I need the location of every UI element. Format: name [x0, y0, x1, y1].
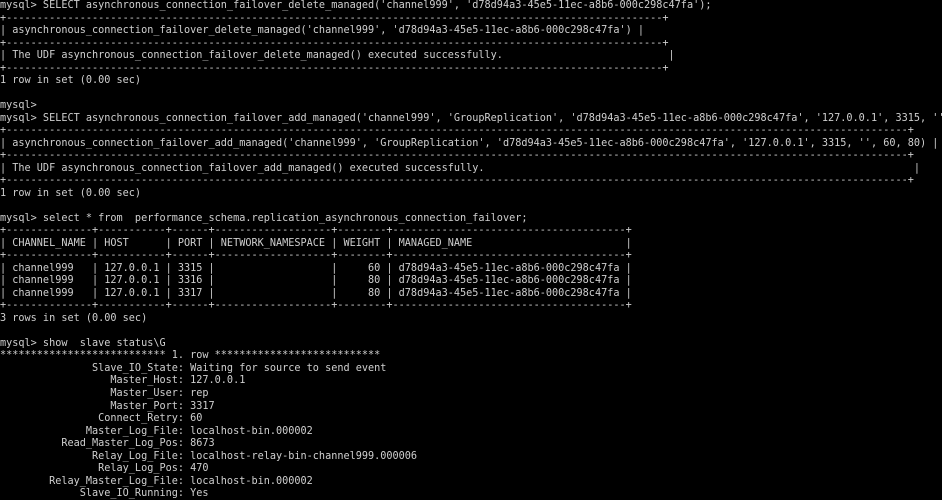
terminal-line: +--------------+-----------+------+-----… — [0, 300, 632, 312]
terminal-line: mysql> select * from performance_schema.… — [0, 212, 528, 224]
terminal-line: | The UDF asynchronous_connection_failov… — [0, 50, 675, 62]
terminal-line: Connect_Retry: 60 — [0, 413, 203, 425]
terminal-line: +--------------+-----------+------+-----… — [0, 225, 632, 237]
terminal-line: +---------------------------------------… — [0, 62, 669, 74]
terminal-line: Master_User: rep — [0, 387, 209, 399]
terminal-line: 1 row in set (0.00 sec) — [0, 75, 142, 87]
terminal-line: +---------------------------------------… — [0, 150, 914, 162]
terminal-line: +--------------+-----------+------+-----… — [0, 250, 632, 262]
terminal-line: | asynchronous_connection_failover_delet… — [0, 25, 645, 37]
terminal-line: Read_Master_Log_Pos: 8673 — [0, 438, 215, 450]
terminal-line: +---------------------------------------… — [0, 37, 669, 49]
terminal-line: *************************** 1. row *****… — [0, 350, 381, 362]
terminal-line: Master_Port: 3317 — [0, 400, 215, 412]
terminal-line: +---------------------------------------… — [0, 125, 914, 137]
terminal-line: 3 rows in set (0.00 sec) — [0, 312, 148, 324]
terminal-line: Slave_IO_Running: Yes — [0, 488, 209, 500]
terminal-line: Relay_Log_File: localhost-relay-bin-chan… — [0, 450, 418, 462]
terminal-line: Master_Log_File: localhost-bin.000002 — [0, 425, 313, 437]
terminal-line: Relay_Master_Log_File: localhost-bin.000… — [0, 475, 313, 487]
terminal-line: +---------------------------------------… — [0, 12, 669, 24]
terminal-screen[interactable]: mysql> SELECT asynchronous_connection_fa… — [0, 0, 942, 500]
terminal-line: | channel999 | 127.0.0.1 | 3316 | | 80 |… — [0, 275, 632, 287]
terminal-line: Slave_IO_State: Waiting for source to se… — [0, 362, 387, 374]
terminal-line: mysql> show slave status\G — [0, 337, 166, 349]
terminal-line: +---------------------------------------… — [0, 175, 914, 187]
terminal-line: | channel999 | 127.0.0.1 | 3315 | | 60 |… — [0, 262, 632, 274]
terminal-line: Master_Host: 127.0.0.1 — [0, 375, 246, 387]
terminal-line: | CHANNEL_NAME | HOST | PORT | NETWORK_N… — [0, 237, 632, 249]
terminal-line: 1 row in set (0.00 sec) — [0, 187, 142, 199]
terminal-line: | The UDF asynchronous_connection_failov… — [0, 162, 921, 174]
terminal-line: | asynchronous_connection_failover_add_m… — [0, 137, 939, 149]
terminal-line: mysql> SELECT asynchronous_connection_fa… — [0, 112, 942, 124]
terminal-line: mysql> — [0, 100, 37, 112]
terminal-line: mysql> SELECT asynchronous_connection_fa… — [0, 0, 712, 11]
terminal-line: | channel999 | 127.0.0.1 | 3317 | | 80 |… — [0, 287, 632, 299]
terminal-line: Relay_Log_Pos: 470 — [0, 463, 209, 475]
